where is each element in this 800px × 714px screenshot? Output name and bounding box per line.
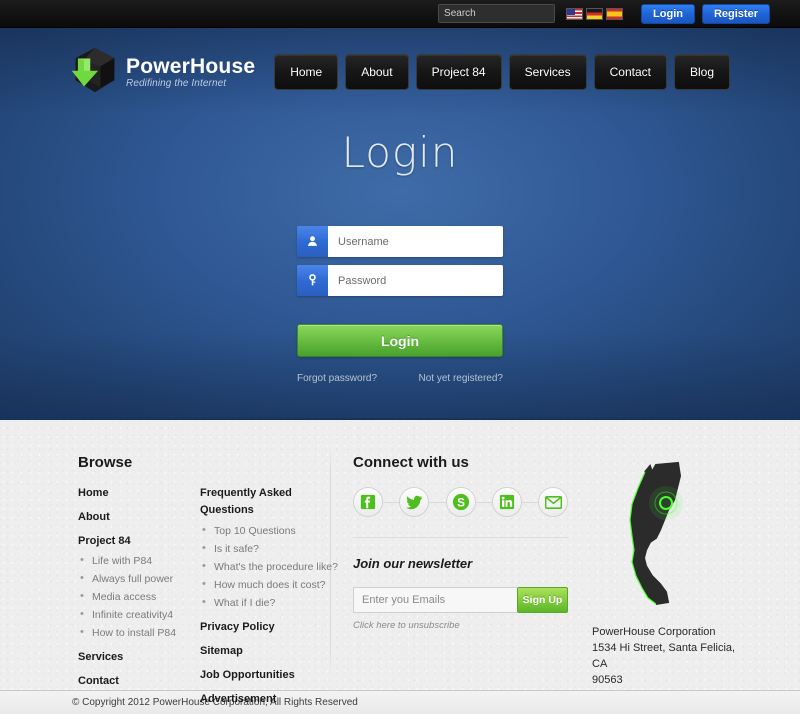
footer-link-home[interactable]: Home [78, 487, 200, 499]
username-input[interactable] [328, 226, 503, 257]
newsletter-heading: Join our newsletter [353, 556, 473, 571]
linkedin-icon[interactable] [491, 487, 522, 517]
newsletter-email-input[interactable] [353, 587, 517, 613]
social-connector [521, 501, 538, 503]
site-footer: Browse Home About Project 84 Life with P… [0, 420, 800, 705]
footer-link-about[interactable]: About [78, 511, 200, 523]
newsletter-signup-button[interactable]: Sign Up [517, 587, 568, 613]
site-logo[interactable]: PowerHouse Redifining the Internet [70, 46, 255, 96]
not-registered-link[interactable]: Not yet registered? [419, 373, 504, 384]
footer-sublist-project-84: Life with P84 Always full power Media ac… [78, 554, 200, 639]
footer-location-section: PowerHouse Corporation 1534 Hi Street, S… [568, 454, 740, 690]
password-input[interactable] [328, 265, 503, 296]
social-links: S [353, 487, 568, 517]
footer-browse-column-b: Frequently Asked Questions Top 10 Questi… [200, 454, 348, 705]
svg-text:S: S [457, 497, 465, 510]
email-icon[interactable] [538, 487, 568, 517]
nav-item-project-84[interactable]: Project 84 [415, 54, 502, 90]
facebook-icon[interactable] [353, 487, 383, 517]
list-item[interactable]: Life with P84 [78, 554, 200, 567]
username-field[interactable] [297, 226, 503, 257]
connect-divider [353, 537, 568, 538]
flag-es-icon[interactable] [606, 7, 624, 20]
list-item[interactable]: Always full power [78, 572, 200, 585]
company-address: PowerHouse Corporation 1534 Hi Street, S… [592, 625, 740, 689]
footer-heading-browse: Browse [78, 454, 133, 471]
social-connector [475, 501, 492, 503]
footer-link-sitemap[interactable]: Sitemap [200, 645, 348, 657]
list-item[interactable]: How much does it cost? [200, 578, 348, 591]
list-item[interactable]: Top 10 Questions [200, 524, 348, 537]
password-field[interactable] [297, 265, 503, 296]
top-utility-bar: Login Register [0, 0, 800, 28]
login-form: Login Forgot password? Not yet registere… [297, 226, 503, 384]
social-connector [429, 501, 446, 503]
hero-section: PowerHouse Redifining the Internet Home … [0, 28, 800, 420]
flag-de-icon[interactable] [586, 7, 604, 20]
footer-link-advertisement[interactable]: Advertisement [200, 693, 348, 705]
copyright-bar: © Copyright 2012 PowerHouse Corporation,… [0, 690, 800, 714]
footer-link-contact[interactable]: Contact [78, 675, 200, 687]
list-item[interactable]: Infinite creativity4 [78, 608, 200, 621]
twitter-icon[interactable] [399, 487, 430, 517]
nav-item-services[interactable]: Services [508, 54, 587, 90]
footer-browse-section: Browse Home About Project 84 Life with P… [60, 454, 338, 705]
footer-connect-section: Connect with us S Join our newsletter En… [353, 454, 568, 690]
newsletter-form: Sign Up [353, 587, 568, 613]
site-header: PowerHouse Redifining the Internet Home … [0, 28, 800, 96]
flag-us-icon[interactable] [566, 7, 584, 20]
logo-title: PowerHouse [126, 54, 256, 78]
list-item[interactable]: What's the procedure like? [200, 560, 348, 573]
footer-link-project-84[interactable]: Project 84 [78, 535, 200, 547]
list-item[interactable]: How to install P84 [78, 626, 200, 639]
language-flags [566, 7, 624, 20]
login-submit-button[interactable]: Login [297, 324, 503, 357]
nav-item-about[interactable]: About [345, 54, 409, 90]
footer-link-job-opportunities[interactable]: Job Opportunities [200, 669, 348, 681]
list-item[interactable]: Is it safe? [200, 542, 348, 555]
location-marker-halo [649, 486, 683, 520]
footer-link-services[interactable]: Services [78, 651, 200, 663]
page-title: Login [341, 128, 459, 177]
skype-icon[interactable]: S [445, 487, 476, 517]
address-line-1: 1534 Hi Street, Santa Felicia, CA [592, 641, 736, 670]
user-icon [297, 226, 328, 257]
form-links: Forgot password? Not yet registered? [297, 373, 503, 384]
topbar-login-button[interactable]: Login [641, 3, 695, 24]
nav-item-home[interactable]: Home [274, 54, 339, 90]
list-item[interactable]: What if I die? [200, 596, 348, 609]
footer-link-privacy-policy[interactable]: Privacy Policy [200, 621, 348, 633]
cube-arrow-logo-icon [71, 47, 115, 93]
list-item[interactable]: Media access [78, 590, 200, 603]
logo-tagline: Redifining the Internet [126, 77, 227, 89]
footer-sublist-faq: Top 10 Questions Is it safe? What's the … [200, 524, 348, 609]
main-navigation: Home About Project 84 Services Contact B… [274, 52, 730, 90]
nav-item-blog[interactable]: Blog [673, 54, 730, 90]
footer-heading-connect: Connect with us [353, 454, 469, 471]
footer-link-faq[interactable]: Frequently Asked Questions [200, 485, 348, 519]
social-connector [383, 501, 400, 503]
search-box[interactable] [438, 4, 556, 23]
key-icon [297, 265, 328, 296]
unsubscribe-link[interactable]: Click here to unsubscribe [353, 620, 568, 631]
california-map-icon [629, 461, 683, 605]
company-name: PowerHouse Corporation [592, 626, 716, 638]
topbar-register-button[interactable]: Register [701, 3, 770, 24]
footer-browse-column-a: Browse Home About Project 84 Life with P… [78, 454, 200, 690]
forgot-password-link[interactable]: Forgot password? [297, 373, 377, 384]
address-line-2: 90563 [592, 673, 623, 686]
nav-item-contact[interactable]: Contact [593, 54, 667, 90]
search-input[interactable] [439, 5, 555, 22]
